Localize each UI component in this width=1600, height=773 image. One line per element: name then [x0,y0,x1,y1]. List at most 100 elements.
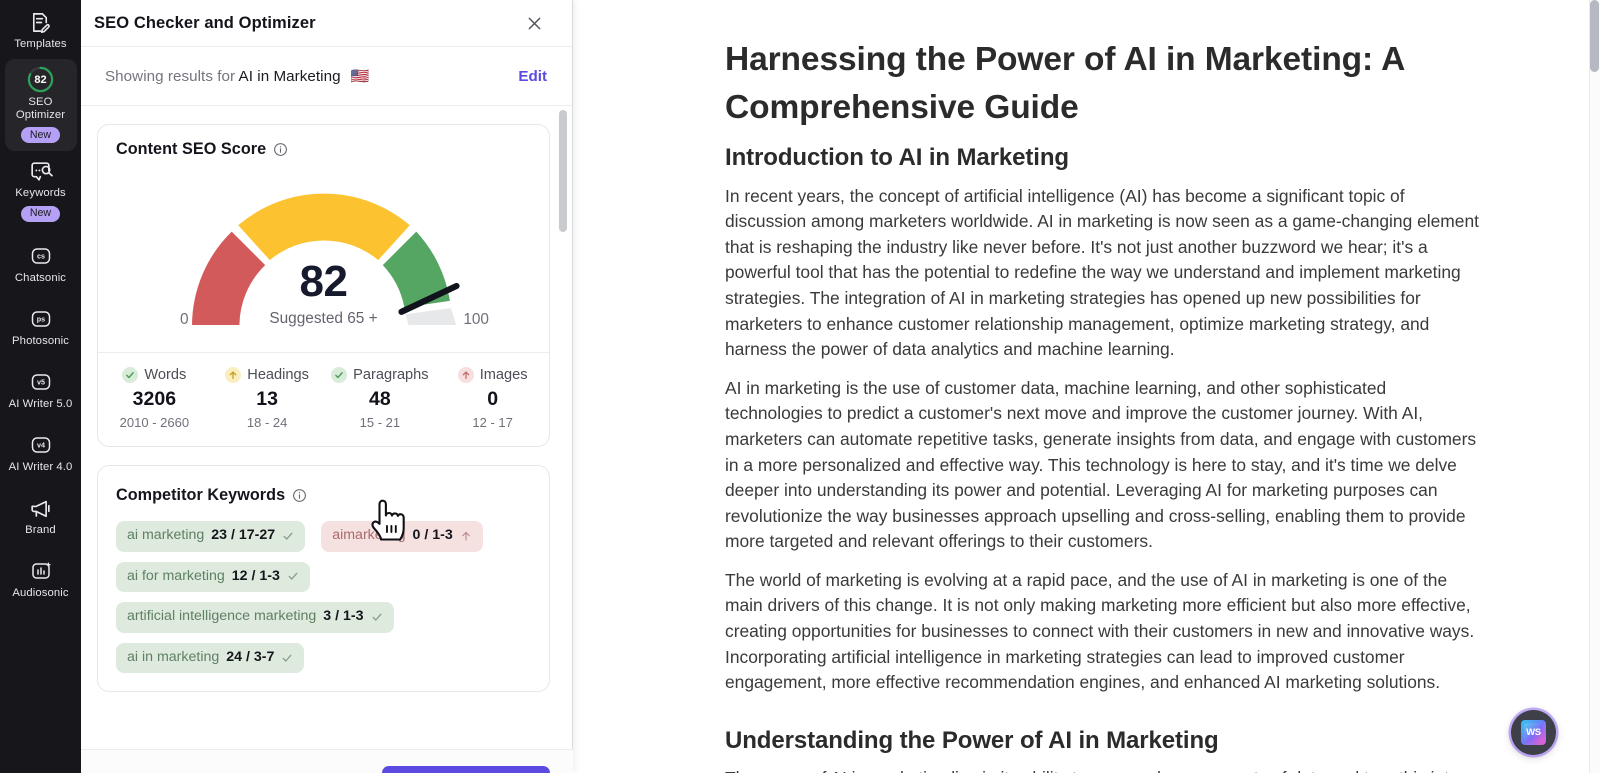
sidebar-item-ai-writer-4[interactable]: v4 AI Writer 4.0 [5,425,77,482]
keyword-term: ai in marketing [127,648,220,665]
browser-scrollbar-thumb[interactable] [1590,0,1599,72]
stat-label: Paragraphs [353,367,429,383]
document-title: Harnessing the Power of AI in Marketing:… [725,41,1404,126]
templates-icon [28,9,54,35]
keywords-card-header: Competitor Keywords [116,486,531,505]
keyword-term: artificial intelligence marketing [127,608,317,625]
sidebar-item-label: Audiosonic [12,587,69,600]
svg-text:ps: ps [36,314,44,323]
check-icon [282,530,294,542]
keyword-count: 24 / 3-7 [226,648,275,665]
sidebar-item-brand[interactable]: Brand [5,488,77,545]
check-icon [281,652,293,664]
stat-value: 13 [256,388,278,410]
arrow-up-icon [457,367,474,383]
stat-header: Paragraphs [324,367,437,383]
megaphone-icon [28,495,54,521]
photosonic-ps-icon: ps [28,306,54,332]
sidebar-item-audiosonic[interactable]: Audiosonic [5,551,77,608]
document-content[interactable]: Harnessing the Power of AI in Marketing:… [573,0,1600,773]
keywords-card-title: Competitor Keywords [116,486,286,504]
results-subheader: Showing results for AI in Marketing 🇺🇸 E… [81,47,572,106]
stat-label: Headings [247,367,309,383]
stat-range: 15 - 21 [359,415,401,430]
keyword-chip[interactable]: ai in marketing 24 / 3-7 [116,642,305,674]
check-icon [122,367,139,383]
info-icon[interactable] [292,488,307,503]
audiosonic-bars-icon [28,558,54,584]
sidebar-item-label: Keywords [15,187,66,200]
paragraph-4: The power of AI in marketing lies in its… [725,766,1480,773]
keyword-chip-row: ai marketing 23 / 17-27 aimarketing 0 / … [116,521,531,552]
keywords-search-icon [28,158,54,184]
sidebar-item-label: Templates [14,38,67,50]
sidebar-score-value: 82 [34,73,47,86]
stat-range: 18 - 24 [246,415,288,430]
new-badge: New [20,205,61,222]
gauge-min-label: 0 [180,311,189,328]
chat-widget-button[interactable]: WS [1511,710,1556,755]
edit-button[interactable]: Edit [518,68,547,85]
stat-range: 12 - 17 [472,415,513,430]
close-icon[interactable] [521,10,547,36]
flag-icon: 🇺🇸 [350,68,370,85]
document-editor[interactable]: Harnessing the Power of AI in Marketing:… [573,0,1600,773]
showing-results-prefix: Showing results for [105,68,236,85]
app-root: Templates 82 SEO Optimizer New Keywords … [0,0,1600,773]
stat-header: Images [436,367,549,383]
paragraph-3: The world of marketing is evolving at a … [725,569,1475,693]
competitor-keywords-card: Competitor Keywords ai marketing 23 / 17… [97,465,550,693]
check-icon [371,611,383,623]
stat-images: Images 0 12 - 17 [436,367,549,430]
keyword-count: 23 / 17-27 [211,527,276,543]
keyword-chip[interactable]: ai for marketing 12 / 1-3 [116,561,310,593]
panel-primary-action-button[interactable] [382,766,550,773]
keyword-count: 3 / 1-3 [323,608,364,625]
info-icon[interactable] [273,142,288,157]
keyword-chip[interactable]: aimarketing 0 / 1-3 [321,521,483,552]
stat-headings: Headings 13 18 - 24 [211,367,324,430]
svg-text:v4: v4 [37,441,45,450]
keyword-chip[interactable]: ai marketing 23 / 17-27 [116,521,306,552]
stat-header: Words [98,367,211,383]
keyword-term: ai marketing [127,527,205,543]
keyword-chip-row: artificial intelligence marketing 3 / 1-… [116,602,531,633]
writesonic-logo-icon: WS [1521,720,1546,745]
panel-scrollbar-thumb[interactable] [559,110,567,232]
score-card-body: Content SEO Score 82 Suggested 65 + 0 10… [98,125,549,352]
stat-words: Words 3206 2010 - 2660 [98,367,211,430]
showing-results-text: Showing results for AI in Marketing 🇺🇸 [105,67,370,85]
new-badge: New [20,127,61,144]
paragraph-1: In recent years, the concept of artifici… [725,185,1479,360]
sidebar-item-label: Photosonic [12,334,69,347]
score-card-header: Content SEO Score [116,140,531,159]
content-stats-row: Words 3206 2010 - 2660 Headings 13 18 - … [98,352,549,446]
keyword-count: 0 / 1-3 [412,527,453,543]
sidebar-item-templates[interactable]: Templates [5,2,77,59]
keyword-chip-row: ai for marketing 12 / 1-3 [116,561,531,593]
sidebar-item-label: SEO Optimizer [15,96,66,122]
sidebar-item-photosonic[interactable]: ps Photosonic [5,299,77,356]
score-ring-icon: 82 [27,66,54,93]
seo-checker-panel: SEO Checker and Optimizer Showing result… [81,0,573,773]
gauge-max-label: 100 [463,311,489,328]
ai-writer-v4-icon: v4 [28,432,54,458]
sidebar-item-seo-optimizer[interactable]: 82 SEO Optimizer New [4,59,77,152]
keyword-chip[interactable]: artificial intelligence marketing 3 / 1-… [116,602,394,633]
score-card-title: Content SEO Score [116,140,267,158]
sidebar-item-ai-writer-5[interactable]: v5 AI Writer 5.0 [5,362,77,419]
arrow-up-icon [460,530,472,542]
sidebar-item-label: AI Writer 5.0 [8,397,73,410]
sidebar-item-label: Chatsonic [14,271,67,284]
stat-paragraphs: Paragraphs 48 15 - 21 [324,367,437,430]
sidebar-item-chatsonic[interactable]: cs Chatsonic [5,236,77,293]
keyword-term: aimarketing [332,527,406,543]
stat-value: 0 [487,388,499,410]
chat-widget-label: WS [1526,727,1541,738]
sidebar-item-keywords[interactable]: Keywords New [5,151,77,229]
stat-label: Words [144,367,187,383]
browser-scrollbar-track[interactable] [1589,0,1600,773]
keyword-chip-list: ai marketing 23 / 17-27 aimarketing 0 / … [116,521,531,674]
heading-understanding-power: Understanding the Power of AI in Marketi… [725,726,1219,754]
ai-writer-v5-icon: v5 [28,369,54,395]
